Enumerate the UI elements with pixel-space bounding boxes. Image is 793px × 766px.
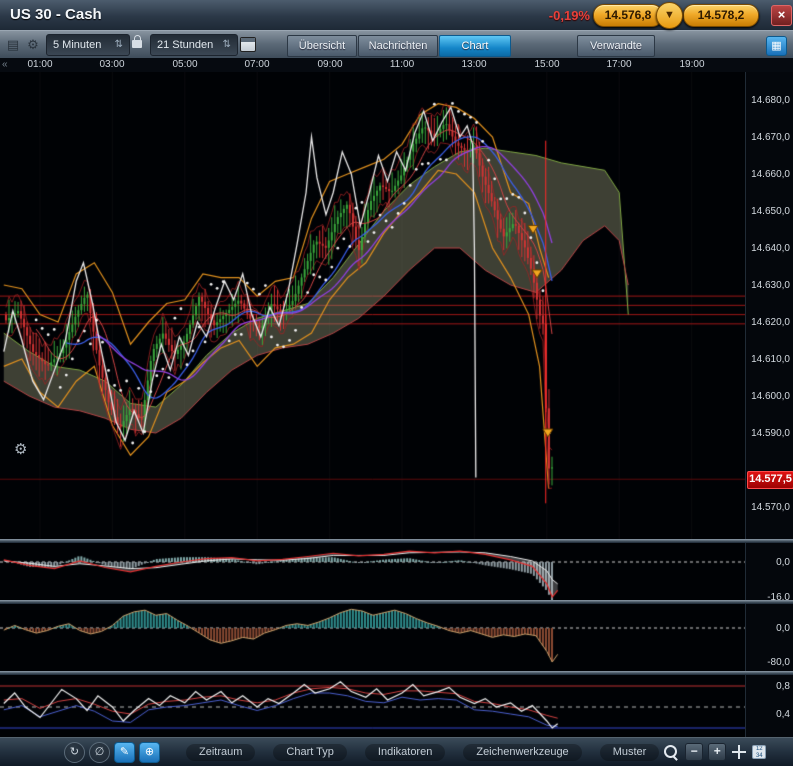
list-icon: ▤ — [7, 37, 19, 52]
time-label: 07:00 — [240, 59, 274, 70]
chart-window-icon[interactable]: ▦ — [766, 36, 787, 56]
zoom-tools: − + 1234 — [663, 743, 766, 761]
crosshair-icon: ⊕ — [145, 746, 154, 758]
duration-dropdown[interactable]: 21 Stunden ⇅ — [150, 34, 238, 56]
muster-button[interactable]: Muster — [600, 744, 660, 761]
panel3-mid-label: 0,4 — [776, 709, 790, 720]
buy-price: 14.578,2 — [698, 8, 745, 22]
reset-view-button[interactable]: ↻ — [64, 742, 85, 763]
duration-value: 21 Stunden — [157, 39, 213, 51]
time-label: 15:00 — [530, 59, 564, 70]
clear-drawings-button[interactable]: ∅ — [89, 742, 110, 763]
close-icon: × — [778, 7, 786, 22]
time-label: 09:00 — [313, 59, 347, 70]
spinner-icon: ⇅ — [223, 35, 231, 55]
time-label: 11:00 — [385, 59, 419, 70]
plus-icon: + — [714, 744, 721, 758]
tab-verwandte[interactable]: Verwandte — [577, 35, 655, 57]
time-label: 03:00 — [95, 59, 129, 70]
zoom-icon[interactable] — [663, 744, 680, 761]
lock-icon[interactable] — [132, 40, 142, 48]
crosshair-mode-button[interactable]: ⊕ — [139, 742, 160, 763]
panel-splitter[interactable] — [0, 539, 793, 543]
price-label: 14.640,0 — [751, 243, 790, 254]
refresh-icon: ↻ — [70, 746, 79, 758]
zeitraum-button[interactable]: Zeitraum — [186, 744, 255, 761]
interval-value: 5 Minuten — [53, 39, 101, 51]
price-label: 14.650,0 — [751, 206, 790, 217]
price-label: 14.660,0 — [751, 169, 790, 180]
price-label: 14.590,0 — [751, 428, 790, 439]
bottom-toolbar: ↻ ∅ ✎ ⊕ Zeitraum Chart Typ Indikatoren Z… — [0, 737, 793, 766]
scroll-back-icon[interactable]: « — [2, 59, 8, 70]
current-price-badge: 14.577,5 — [747, 471, 793, 489]
close-button[interactable]: × — [771, 5, 792, 26]
erase-icon: ∅ — [95, 746, 105, 758]
time-label: 13:00 — [457, 59, 491, 70]
zeichenwerkzeuge-button[interactable]: Zeichenwerkzeuge — [463, 744, 581, 761]
zoom-out-button[interactable]: − — [685, 743, 703, 761]
chart-toolbar: ▤ ⚙ 5 Minuten ⇅ 21 Stunden ⇅ Übersicht Nac… — [0, 30, 793, 60]
gear-icon: ⚙ — [27, 37, 39, 52]
price-label: 14.570,0 — [751, 502, 790, 513]
oscillator-panel-canvas[interactable] — [0, 603, 745, 671]
spinner-icon: ⇅ — [115, 35, 123, 55]
tab-chart[interactable]: Chart — [439, 35, 511, 57]
price-chart-canvas[interactable] — [0, 72, 745, 539]
panel-splitter[interactable] — [0, 671, 793, 675]
grid-icon: ▦ — [771, 40, 781, 52]
indikatoren-button[interactable]: Indikatoren — [365, 744, 445, 761]
digits: 1234 — [756, 746, 763, 759]
tab-nachrichten[interactable]: Nachrichten — [358, 35, 438, 57]
time-axis: « 01:00 03:00 05:00 07:00 09:00 11:00 13… — [0, 58, 793, 73]
tab-label: Nachrichten — [369, 40, 428, 52]
price-label: 14.620,0 — [751, 317, 790, 328]
panel1-zero-label: 0,0 — [776, 557, 790, 568]
down-arrow-icon: ▼ — [664, 9, 675, 21]
price-label: 14.670,0 — [751, 132, 790, 143]
panel3-high-label: 0,8 — [776, 681, 790, 692]
price-axis[interactable]: 14.680,0 14.670,0 14.660,0 14.650,0 14.6… — [745, 72, 793, 737]
sell-price: 14.576,8 — [605, 8, 652, 22]
time-label: 05:00 — [168, 59, 202, 70]
trading-window: US 30 - Cash -0,19% 14.576,8 ▼ 14.578,2 … — [0, 0, 793, 766]
panel2-zero-label: 0,0 — [776, 623, 790, 634]
tab-uebersicht[interactable]: Übersicht — [287, 35, 357, 57]
macd-panel-canvas[interactable] — [0, 542, 745, 600]
zoom-in-button[interactable]: + — [708, 743, 726, 761]
data-table-icon[interactable]: 1234 — [752, 745, 766, 759]
price-label: 14.630,0 — [751, 280, 790, 291]
gear-icon: ⚙ — [14, 441, 27, 458]
settings-gear-icon[interactable]: ⚙ — [24, 36, 42, 54]
instrument-title: US 30 - Cash — [10, 6, 102, 23]
buy-price-button[interactable]: 14.578,2 — [683, 4, 759, 27]
time-label: 19:00 — [675, 59, 709, 70]
tab-label: Chart — [462, 40, 489, 52]
panel-splitter[interactable] — [0, 600, 793, 604]
price-label: 14.610,0 — [751, 354, 790, 365]
time-label: 01:00 — [23, 59, 57, 70]
change-percent: -0,19% — [520, 8, 590, 23]
price-label: 14.600,0 — [751, 391, 790, 402]
price-label: 14.680,0 — [751, 95, 790, 106]
interval-dropdown[interactable]: 5 Minuten ⇅ — [46, 34, 130, 56]
sell-price-button[interactable]: 14.576,8 — [593, 4, 663, 27]
price-chart-area[interactable]: ⚙ — [0, 72, 745, 539]
pencil-icon: ✎ — [120, 746, 129, 758]
time-label: 17:00 — [602, 59, 636, 70]
tab-label: Verwandte — [590, 40, 642, 52]
tab-label: Übersicht — [299, 40, 345, 52]
price-direction-icon: ▼ — [656, 2, 683, 29]
title-bar: US 30 - Cash -0,19% 14.576,8 ▼ 14.578,2 … — [0, 0, 793, 31]
calendar-icon[interactable] — [240, 37, 256, 52]
panel2-low-label: -80,0 — [767, 657, 790, 668]
pan-tool-icon[interactable] — [731, 744, 747, 760]
current-price: 14.577,5 — [749, 473, 792, 485]
chart-settings-icon[interactable]: ⚙ — [14, 440, 27, 458]
chart-typ-button[interactable]: Chart Typ — [273, 744, 347, 761]
draw-mode-button[interactable]: ✎ — [114, 742, 135, 763]
instrument-list-icon[interactable]: ▤ — [4, 36, 22, 54]
stochastic-panel-canvas[interactable] — [0, 674, 745, 737]
minus-icon: − — [691, 744, 698, 758]
